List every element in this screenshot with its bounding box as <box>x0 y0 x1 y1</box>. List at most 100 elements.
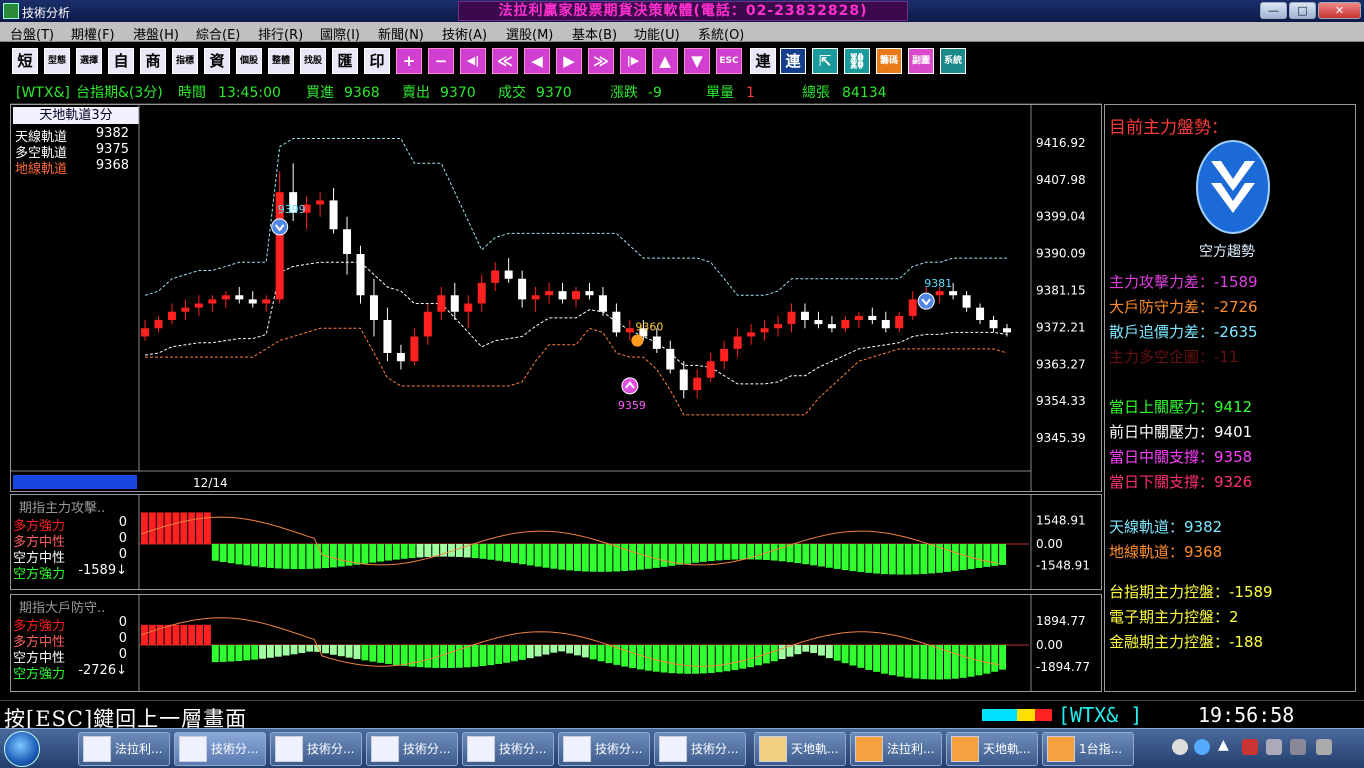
force-bar <box>912 645 920 679</box>
candle-body <box>666 348 675 370</box>
indicator-button[interactable]: 指標 <box>172 48 198 74</box>
y-tick-label: 1894.77 <box>1036 614 1086 628</box>
task-chart-3[interactable]: 技術分... <box>366 732 458 766</box>
task-track-label: 天地軌... <box>983 742 1031 756</box>
action-center-icon[interactable] <box>1316 739 1332 755</box>
y-tick-label: -1894.77 <box>1036 660 1090 674</box>
candlestick-chart[interactable]: 9416.92 9407.98 9399.04 9390.09 9381.15 9372.… <box>11 105 1101 491</box>
self-button[interactable]: 自 <box>108 48 134 74</box>
force-bar <box>959 645 967 678</box>
zoom-out-button[interactable]: − <box>428 48 454 74</box>
main-chart-panel[interactable]: 天地軌道3分 天線軌道 9382 多空軌道 9375 地線軌道 9368 941… <box>10 104 1102 492</box>
flag-icon[interactable] <box>1242 739 1258 755</box>
stock-button[interactable]: 個股 <box>236 48 262 74</box>
menu-item-tech[interactable]: 技術(A) <box>442 24 487 43</box>
force-bar <box>392 544 400 560</box>
help-icon[interactable] <box>1194 739 1210 755</box>
choose-button[interactable]: 選擇 <box>76 48 102 74</box>
task-tx[interactable]: 1台指... <box>1042 732 1134 766</box>
force-bar <box>825 645 833 659</box>
task-chart-4[interactable]: 技術分... <box>462 732 554 766</box>
menu-item-hk[interactable]: 港盤(H) <box>133 24 179 43</box>
force-bar <box>896 544 904 575</box>
short-button[interactable]: 短 <box>12 48 38 74</box>
link-button[interactable]: 連 <box>750 48 776 74</box>
title-bar[interactable]: 技術分析 法拉利贏家股票期貨決策軟體(電話：02-23832828) — □ ✕ <box>0 0 1364 22</box>
candle-body <box>733 336 742 349</box>
defense-force-panel[interactable]: 期指大戶防守.. 多方強力 0 多方中性 0 空方中性 0 空方強力 -2726↓ 18… <box>10 594 1102 692</box>
task-chart-5[interactable]: 技術分... <box>558 732 650 766</box>
task-track[interactable]: 天地軌... <box>946 732 1038 766</box>
last-button[interactable]: |▶ <box>620 48 646 74</box>
task-ferrari-2[interactable]: 法拉利... <box>850 732 942 766</box>
menu-item-news[interactable]: 新聞(N) <box>378 24 424 43</box>
menu-item-system[interactable]: 系統(O) <box>698 24 744 43</box>
status-clock: 19:56:58 <box>1198 703 1295 727</box>
task-folder[interactable]: 天地軌... <box>754 732 846 766</box>
task-chart-1[interactable]: 技術分... <box>174 732 266 766</box>
force-bar <box>699 544 707 562</box>
force-bar <box>959 544 967 571</box>
attack-force-panel[interactable]: 期指主力攻擊.. 多方強力 0 多方中性 0 空方中性 0 空方強力 -1589↓ 15… <box>10 494 1102 590</box>
candle-body <box>208 299 217 304</box>
fast-forward-button[interactable]: ≫ <box>588 48 614 74</box>
quote-deal: 9370 <box>536 85 572 101</box>
back-button[interactable]: ◀ <box>524 48 550 74</box>
force-bar <box>904 544 912 575</box>
force-bar <box>676 544 684 565</box>
down-button[interactable]: ▼ <box>684 48 710 74</box>
fast-back-button[interactable]: ≪ <box>492 48 518 74</box>
menu-item-intl[interactable]: 國際(I) <box>320 24 360 43</box>
attack-force-chart[interactable]: 1548.91 0.00 -1548.91 <box>11 495 1101 589</box>
window-icon[interactable]: ⇱ <box>812 48 838 74</box>
esc-button[interactable]: ESC <box>716 48 742 74</box>
start-button[interactable] <box>4 731 40 767</box>
minimize-button[interactable]: — <box>1260 2 1287 19</box>
menu-item-tw[interactable]: 台盤(T) <box>10 24 54 43</box>
force-bar <box>416 645 424 668</box>
menu-item-futures[interactable]: 期權(F) <box>71 24 115 43</box>
menu-item-rank[interactable]: 排行(R) <box>258 24 303 43</box>
forward-button[interactable]: ▶ <box>556 48 582 74</box>
up-button[interactable]: ▲ <box>652 48 678 74</box>
export-button[interactable]: 匯 <box>332 48 358 74</box>
network-icon[interactable] <box>1266 739 1282 755</box>
menu-item-summary[interactable]: 綜合(E) <box>196 24 240 43</box>
maximize-button[interactable]: □ <box>1289 2 1316 19</box>
pattern-button[interactable]: 型態 <box>44 48 70 74</box>
y-tick-label: 9399.04 <box>1036 210 1086 224</box>
product-button[interactable]: 商 <box>140 48 166 74</box>
zoom-in-button[interactable]: + <box>396 48 422 74</box>
task-chart-6[interactable]: 技術分... <box>654 732 746 766</box>
candle-body <box>167 311 176 321</box>
defense-force-chart[interactable]: 1894.77 0.00 -1894.77 <box>11 595 1101 691</box>
swatch-cyan-1 <box>982 709 1000 721</box>
menu-item-basic[interactable]: 基本(B) <box>572 24 617 43</box>
task-chart-2[interactable]: 技術分... <box>270 732 362 766</box>
app-icon <box>3 3 19 19</box>
task-ferrari-1[interactable]: 法拉利... <box>78 732 170 766</box>
candle-body <box>720 348 729 362</box>
menu-item-func[interactable]: 功能(U) <box>634 24 680 43</box>
find-stock-button[interactable]: 找股 <box>300 48 326 74</box>
keyboard-icon[interactable] <box>1172 739 1188 755</box>
link2-button[interactable]: 連 <box>780 48 806 74</box>
task-chart-2-label: 技術分... <box>307 742 355 756</box>
print-button[interactable]: 印 <box>364 48 390 74</box>
first-button[interactable]: ◀| <box>460 48 486 74</box>
chips-button[interactable]: 籌碼 <box>876 48 902 74</box>
close-button[interactable]: ✕ <box>1318 2 1361 19</box>
subchart-button[interactable]: 副圖 <box>908 48 934 74</box>
chart-app-icon <box>179 736 207 762</box>
lock-icon[interactable]: ⛓ <box>844 48 870 74</box>
overall-button[interactable]: 整體 <box>268 48 294 74</box>
menu-item-select[interactable]: 選股(M) <box>506 24 553 43</box>
system-button[interactable]: 系統 <box>940 48 966 74</box>
volume-icon[interactable] <box>1290 739 1306 755</box>
track-earth-value: 9368 <box>1184 543 1223 561</box>
candle-body <box>141 328 149 337</box>
data-button[interactable]: 資 <box>204 48 230 74</box>
y-tick-label: 9363.27 <box>1036 357 1086 371</box>
chevron-up-icon[interactable]: ▲ <box>1218 737 1229 753</box>
force-bar <box>865 544 873 573</box>
